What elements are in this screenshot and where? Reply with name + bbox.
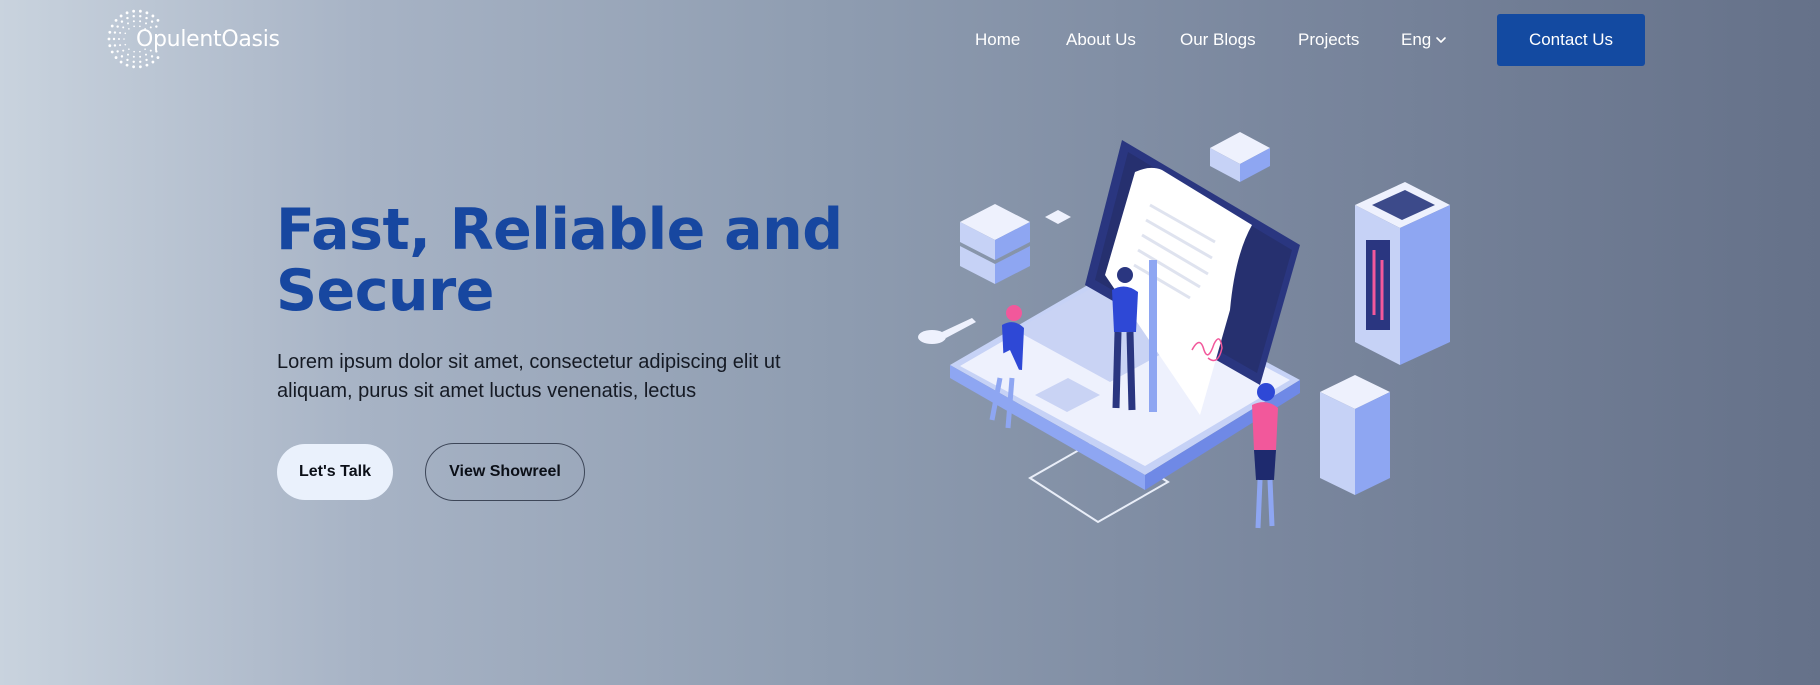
language-selector[interactable]: Eng [1401,30,1447,50]
hero-description: Lorem ipsum dolor sit amet, consectetur … [277,351,781,402]
nav-our-blogs[interactable]: Our Blogs [1180,30,1256,50]
server-top [1210,132,1270,182]
nav-projects[interactable]: Projects [1298,30,1359,50]
brand-name: OpulentOasis [136,27,280,52]
hero-title: Fast, Reliable and Secure [276,197,843,324]
server-tower [1355,182,1450,365]
server-stack-left [960,204,1030,284]
contact-us-button[interactable]: Contact Us [1497,14,1645,66]
lets-talk-button[interactable]: Let's Talk [277,444,393,500]
nav-home[interactable]: Home [975,30,1020,50]
chevron-down-icon [1436,37,1447,43]
floating-tile [1045,210,1071,224]
site-header: OpulentOasis Home About Us Our Blogs Pro… [0,0,1820,80]
server-stack-right [1320,375,1390,495]
logo[interactable]: OpulentOasis [106,8,280,70]
laptop-document-signing-illustration [918,132,1450,529]
nav-about-us[interactable]: About Us [1066,30,1136,50]
language-label: Eng [1401,30,1432,49]
view-showreel-button[interactable]: View Showreel [425,443,585,501]
key-icon [918,318,976,344]
